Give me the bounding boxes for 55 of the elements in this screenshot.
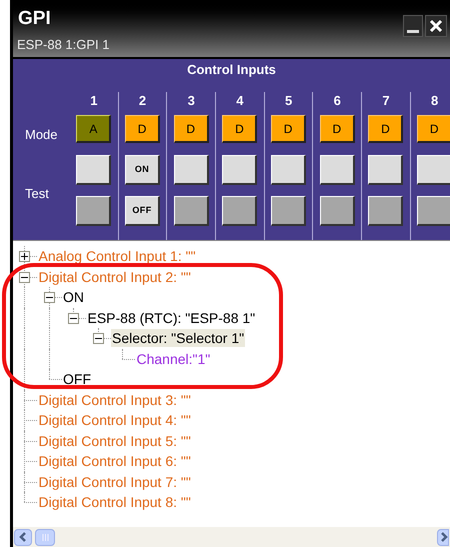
test-on-button[interactable]	[417, 155, 450, 185]
minimize-icon	[407, 30, 419, 33]
scroll-thumb[interactable]	[35, 528, 55, 546]
test-off-button[interactable]	[368, 196, 404, 226]
expand-icon[interactable]	[19, 251, 30, 262]
window-title: GPI	[18, 9, 51, 28]
close-icon	[429, 19, 443, 33]
mode-button[interactable]: D	[417, 115, 450, 143]
tree-item[interactable]: Selector: "Selector 1"	[111, 329, 246, 348]
test-off-button[interactable]	[222, 196, 258, 226]
scroll-left-button[interactable]	[14, 528, 32, 546]
panel-title: Control Inputs	[187, 62, 276, 78]
collapse-icon[interactable]	[44, 292, 54, 303]
test-on-button[interactable]	[222, 155, 258, 185]
collapse-icon[interactable]	[19, 272, 30, 282]
column-number: 6	[334, 94, 341, 110]
mode-button[interactable]: D	[174, 115, 209, 143]
window-subtitle: ESP-88 1:GPI 1	[17, 38, 110, 51]
mode-button[interactable]: D	[222, 115, 258, 143]
column-number: 8	[431, 94, 438, 110]
column-number: 4	[236, 94, 244, 110]
test-on-button[interactable]: ON	[125, 155, 160, 185]
test-label: Test	[25, 187, 49, 200]
column-number: 1	[90, 94, 98, 110]
collapse-icon[interactable]	[68, 312, 79, 324]
mode-button[interactable]: A	[76, 115, 112, 143]
column-number: 7	[382, 94, 390, 110]
tree-item[interactable]: OFF	[62, 370, 92, 388]
tree-item[interactable]: Channel:"1"	[136, 350, 212, 368]
column-number: 5	[284, 94, 292, 110]
test-off-button[interactable]	[417, 196, 450, 226]
mode-button[interactable]: D	[271, 115, 306, 143]
mode-button[interactable]: D	[320, 115, 355, 143]
test-on-button[interactable]	[368, 155, 404, 185]
test-off-button[interactable]	[76, 196, 112, 226]
grip-icon	[42, 534, 48, 540]
tree-item[interactable]: ESP-88 (RTC): "ESP-88 1"	[86, 308, 256, 327]
tree-item[interactable]: ON	[62, 288, 85, 306]
mode-button[interactable]: D	[368, 115, 404, 143]
column-number: 3	[188, 94, 195, 110]
test-on-button[interactable]	[174, 155, 209, 185]
collapse-icon[interactable]	[92, 333, 104, 344]
scroll-right-button[interactable]	[437, 528, 449, 546]
test-off-button[interactable]	[271, 196, 306, 226]
close-button[interactable]	[425, 15, 447, 37]
mode-button[interactable]: D	[125, 115, 160, 143]
minimize-button[interactable]	[403, 15, 423, 37]
test-off-button[interactable]	[174, 196, 209, 226]
test-off-button[interactable]	[320, 196, 355, 226]
test-on-button[interactable]	[320, 155, 355, 185]
mode-label: Mode	[25, 128, 58, 141]
test-off-button[interactable]: OFF	[125, 196, 160, 226]
column-number: 2	[138, 94, 146, 110]
test-on-button[interactable]	[76, 155, 112, 185]
test-on-button[interactable]	[271, 155, 306, 185]
